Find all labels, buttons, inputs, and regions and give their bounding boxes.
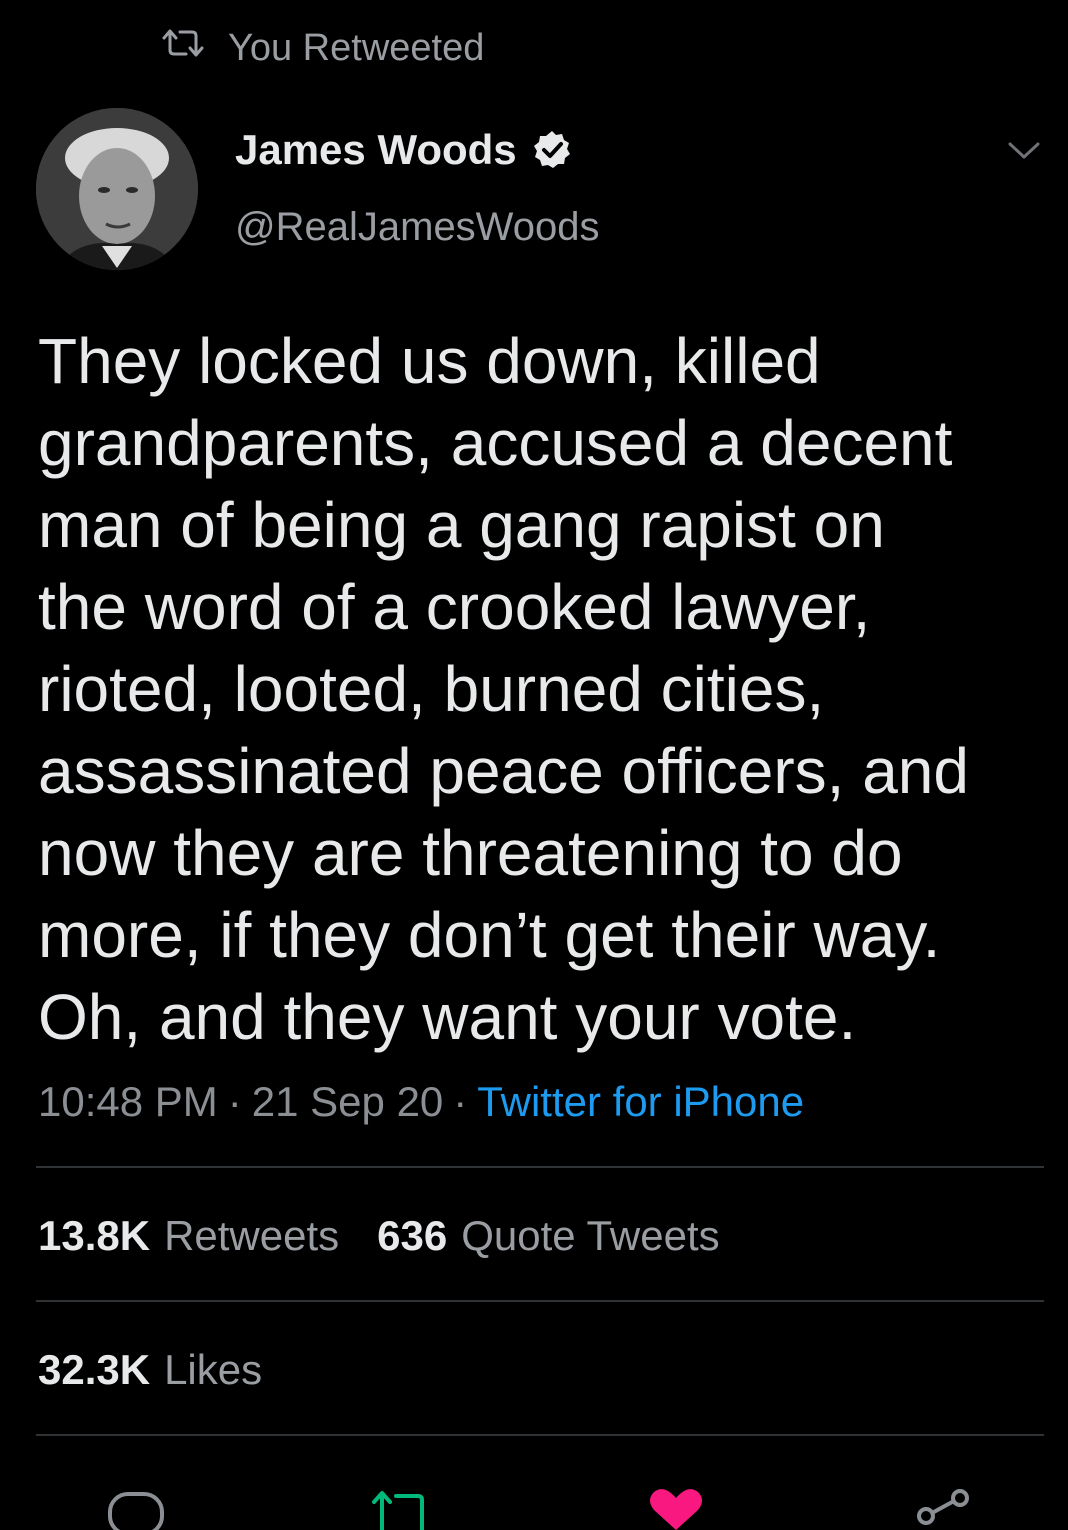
tweet-action-bar bbox=[0, 1460, 1068, 1530]
retweet-icon[interactable] bbox=[368, 1480, 428, 1530]
tweet-date: 21 Sep 20 bbox=[251, 1078, 444, 1125]
retweets-label: Retweets bbox=[164, 1212, 340, 1259]
tweet-meta: 10:48 PM · 21 Sep 20 · Twitter for iPhon… bbox=[38, 1078, 804, 1126]
divider bbox=[36, 1166, 1044, 1168]
meta-separator: · bbox=[453, 1078, 468, 1125]
meta-separator: · bbox=[227, 1078, 242, 1125]
tweet-text: They locked us down, killed grandparents… bbox=[38, 325, 969, 1053]
reply-icon[interactable] bbox=[106, 1480, 166, 1530]
divider bbox=[36, 1434, 1044, 1436]
retweet-icon bbox=[160, 26, 206, 70]
likes-stats-row: 32.3K Likes bbox=[38, 1346, 262, 1394]
chevron-down-icon[interactable] bbox=[1004, 130, 1044, 170]
retweet-context: You Retweeted bbox=[160, 24, 484, 72]
retweet-context-label: You Retweeted bbox=[228, 26, 485, 69]
verified-badge-icon bbox=[531, 129, 573, 171]
retweet-stats-row: 13.8K Retweets 636 Quote Tweets bbox=[38, 1212, 720, 1260]
author-handle[interactable]: @RealJamesWoods bbox=[235, 205, 599, 250]
likes-count: 32.3K bbox=[38, 1346, 151, 1393]
share-icon[interactable] bbox=[912, 1480, 972, 1530]
likes-stat[interactable]: 32.3K Likes bbox=[38, 1346, 262, 1394]
author-name-row[interactable]: James Woods bbox=[235, 126, 573, 174]
divider bbox=[36, 1300, 1044, 1302]
quote-tweets-label: Quote Tweets bbox=[461, 1212, 720, 1259]
heart-icon[interactable] bbox=[646, 1480, 706, 1530]
likes-label: Likes bbox=[164, 1346, 263, 1393]
tweet-source-link[interactable]: Twitter for iPhone bbox=[477, 1078, 804, 1126]
author-name[interactable]: James Woods bbox=[235, 126, 517, 174]
retweets-stat[interactable]: 13.8K Retweets bbox=[38, 1212, 339, 1260]
retweets-count: 13.8K bbox=[38, 1212, 151, 1259]
quote-tweets-count: 636 bbox=[377, 1212, 448, 1259]
quote-tweets-stat[interactable]: 636 Quote Tweets bbox=[377, 1212, 719, 1260]
tweet-time: 10:48 PM bbox=[38, 1078, 218, 1125]
avatar[interactable] bbox=[36, 108, 198, 270]
